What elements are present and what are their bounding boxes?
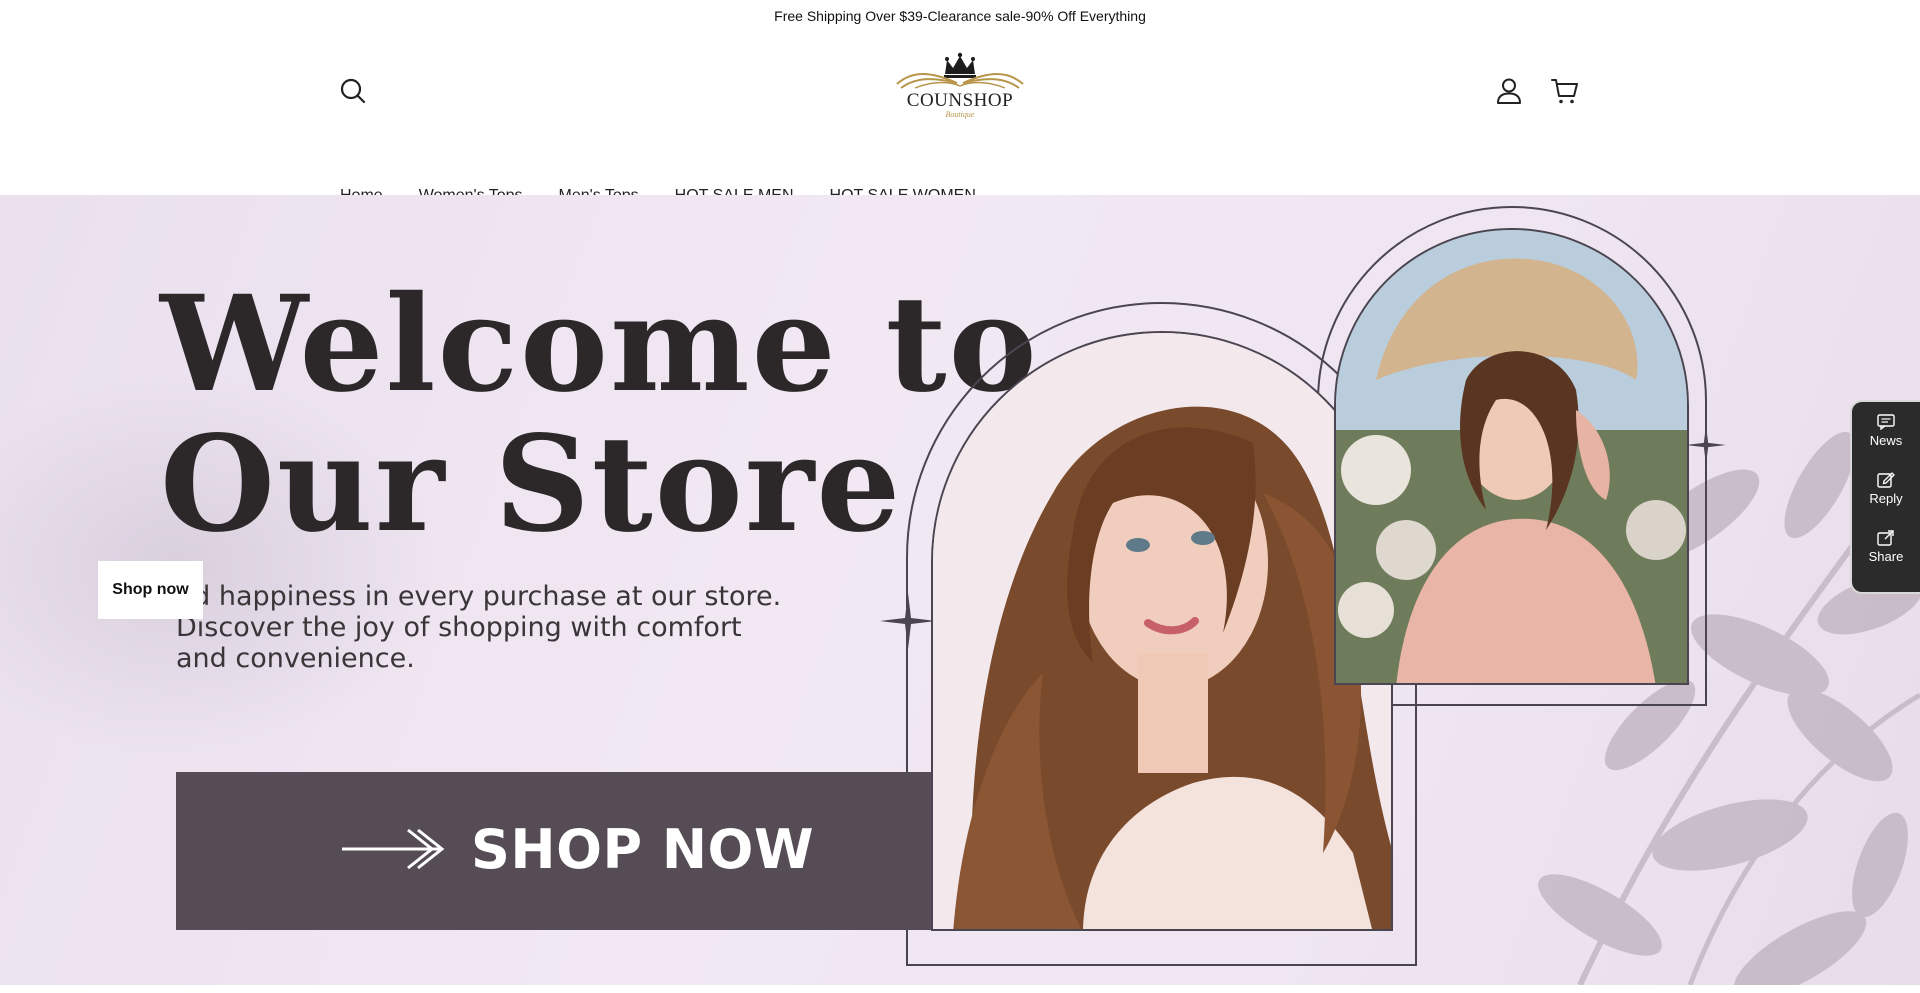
- share-label: Share: [1868, 549, 1904, 564]
- banner-cta-text: SHOP NOW: [471, 818, 815, 881]
- arrow-right-icon: [342, 828, 445, 870]
- hero-banner[interactable]: Welcome to Our Store nd happiness in eve…: [0, 195, 1920, 985]
- share-icon: [1877, 530, 1894, 546]
- hero-title-line-2: Our Store: [160, 407, 903, 562]
- model-photo-secondary: [1334, 228, 1689, 685]
- crown-icon: [896, 52, 1024, 89]
- floating-action-panel: News Reply Share: [1852, 402, 1920, 592]
- hero-tagline-line-1: nd happiness in every purchase at our st…: [176, 581, 782, 612]
- hero-tagline-line-3: and convenience.: [176, 643, 415, 674]
- cart-icon[interactable]: [1550, 76, 1580, 106]
- reply-label: Reply: [1869, 491, 1903, 506]
- sparkle-icon: [1686, 425, 1726, 465]
- logo-name: COUNSHOP: [906, 90, 1014, 111]
- hero-tagline-line-2: Discover the joy of shopping with comfor…: [176, 612, 742, 643]
- message-icon: [1877, 414, 1895, 430]
- hero-title-line-1: Welcome to: [160, 267, 1039, 422]
- model-photo-main: [931, 331, 1393, 931]
- share-button[interactable]: Share: [1852, 530, 1920, 588]
- store-logo[interactable]: COUNSHOP Boutique: [895, 50, 1025, 130]
- reply-button[interactable]: Reply: [1852, 472, 1920, 530]
- news-label: News: [1869, 433, 1903, 448]
- user-icon[interactable]: [1494, 76, 1524, 106]
- shop-now-banner[interactable]: SHOP NOW: [176, 772, 936, 930]
- shop-now-button[interactable]: Shop now: [98, 561, 203, 619]
- search-icon[interactable]: [338, 76, 368, 106]
- site-header: COUNSHOP Boutique Home Women's Tops Men'…: [0, 32, 1920, 204]
- hero-tagline: nd happiness in every purchase at our st…: [176, 581, 781, 674]
- announcement-bar: Free Shipping Over $39-Clearance sale-90…: [0, 0, 1920, 32]
- sparkle-icon: [880, 593, 936, 649]
- news-button[interactable]: News: [1852, 414, 1920, 472]
- edit-icon: [1877, 472, 1895, 488]
